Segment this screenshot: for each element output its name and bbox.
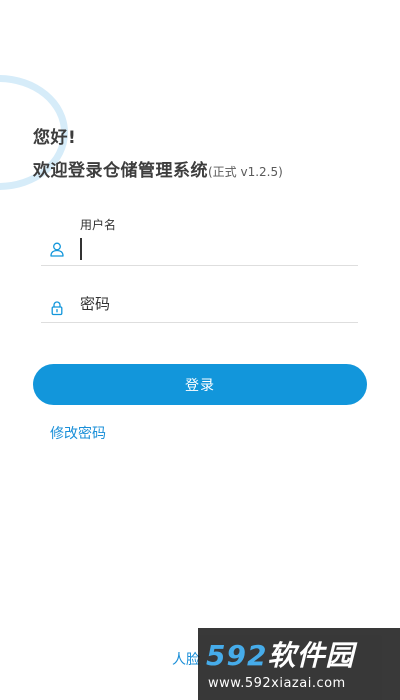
lock-icon — [49, 300, 65, 316]
watermark-url: www.592xiazai.com — [208, 676, 346, 691]
watermark-logo-text: 软件园 — [267, 639, 355, 672]
password-input[interactable] — [80, 292, 354, 316]
system-title: 欢迎登录仓储管理系统 — [33, 161, 208, 181]
text-cursor — [80, 238, 82, 260]
watermark: 592软件园 www.592xiazai.com — [198, 628, 400, 700]
username-field[interactable]: 用户名 — [41, 212, 358, 266]
version-label: (正式 v1.2.5) — [208, 165, 283, 179]
welcome-heading: 欢迎登录仓储管理系统(正式 v1.2.5) — [33, 156, 283, 181]
username-input[interactable] — [80, 237, 354, 261]
face-login-link[interactable]: 人脸 — [172, 649, 200, 669]
login-button[interactable]: 登录 — [33, 364, 367, 405]
watermark-logo-digits: 592 — [206, 639, 268, 672]
greeting-text: 您好! — [33, 128, 77, 148]
username-label: 用户名 — [80, 218, 117, 232]
login-screen: 您好! 欢迎登录仓储管理系统(正式 v1.2.5) 用户名 登录 修改密码 人脸 — [0, 0, 400, 700]
user-icon — [49, 241, 65, 257]
password-field[interactable] — [41, 282, 358, 323]
change-password-link[interactable]: 修改密码 — [50, 423, 106, 443]
watermark-logo: 592软件园 — [206, 634, 354, 674]
